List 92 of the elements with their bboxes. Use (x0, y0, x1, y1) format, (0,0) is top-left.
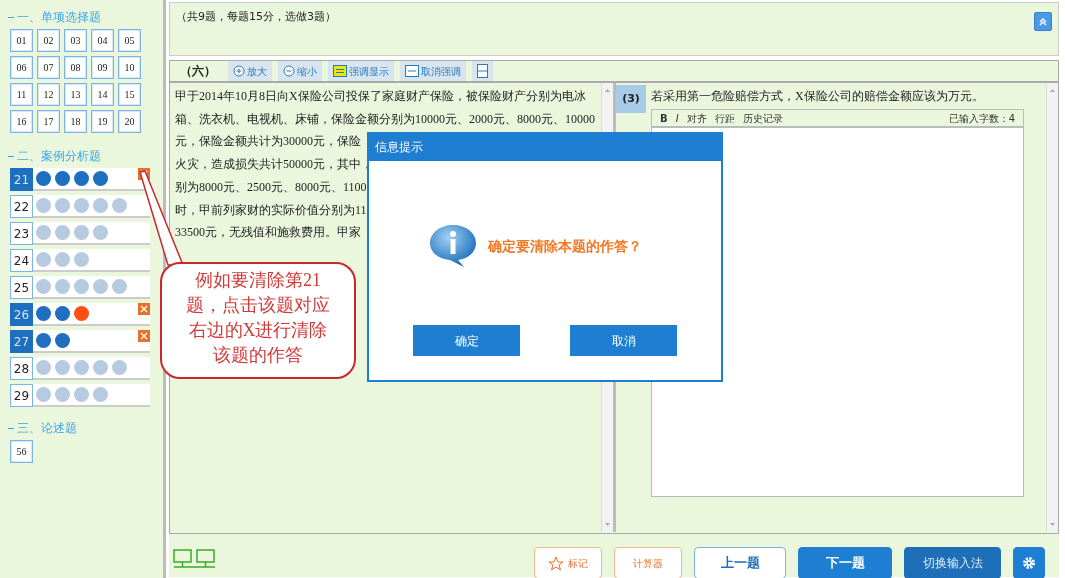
settings-button[interactable] (1013, 547, 1045, 578)
settings-icon (1021, 555, 1037, 571)
question-number[interactable]: 16 (10, 110, 33, 133)
dialog-button[interactable]: 取消 (570, 325, 677, 356)
editor-tool[interactable]: 行距 (714, 110, 735, 126)
scroll-up-icon[interactable] (604, 87, 611, 93)
star-icon (548, 555, 564, 571)
footer-button[interactable]: 下一题 (798, 547, 892, 578)
question-number[interactable]: 01 (10, 29, 33, 52)
question-number[interactable]: 05 (118, 29, 141, 52)
question-number[interactable]: 27 (10, 330, 33, 353)
scrollbar[interactable] (1046, 83, 1058, 532)
question-number[interactable]: 04 (91, 29, 114, 52)
question-label: (3) (616, 85, 646, 113)
dialog-message: 确定要清除本题的作答？ (488, 236, 642, 256)
passage-number: （六） (180, 63, 217, 80)
passage-text: 甲于2014年10月8日向X保险公司投保了家庭财产保险，被保险财产分别为电冰 (175, 88, 586, 105)
editor-tool[interactable]: B (660, 110, 668, 126)
text-box-icon (405, 65, 419, 77)
passage-text: 箱、洗衣机、电视机、床铺，保险金额分别为10000元、2000元、8000元、10000 (175, 110, 595, 128)
toolbar-button[interactable]: 取消强调 (400, 61, 466, 81)
editor-tool[interactable]: 对齐 (686, 110, 707, 126)
dialog-button[interactable]: 确定 (413, 325, 520, 356)
info-icon (428, 223, 478, 269)
character-count: 已输入字数：4 (948, 111, 1015, 126)
callout: 例如要清除第21 题，点击该题对应 右边的X进行清除 该题的作答 (160, 262, 356, 379)
question-number[interactable]: 10 (118, 56, 141, 79)
question-number[interactable]: 17 (37, 110, 60, 133)
question-row[interactable]: 21 (10, 168, 150, 191)
close-icon (140, 305, 148, 313)
question-number[interactable]: 12 (37, 83, 60, 106)
passage-text: 元，保险金额共计为30000元，保险 (175, 133, 361, 151)
question-number[interactable]: 26 (10, 303, 33, 326)
split-view-button[interactable] (472, 61, 493, 81)
question-number[interactable]: 20 (118, 110, 141, 133)
clear-button[interactable] (138, 303, 150, 315)
section-title: 三、论述题 (17, 420, 77, 437)
close-icon (140, 332, 148, 340)
scroll-up-icon[interactable] (1049, 87, 1056, 93)
editor-tool[interactable]: 历史记录 (742, 110, 783, 126)
zoom-in-icon (233, 65, 245, 77)
section-title: 二、案例分析题 (17, 148, 101, 165)
question-row[interactable]: 24 (10, 249, 150, 272)
question-number[interactable]: 21 (10, 168, 33, 191)
passage-text: 时，甲前列家财的实际价值分别为11 (175, 201, 367, 219)
question-number[interactable]: 03 (64, 29, 87, 52)
question-number[interactable]: 29 (10, 384, 33, 407)
double-chevron-up-icon (1038, 16, 1048, 27)
question-row[interactable]: 25 (10, 276, 150, 299)
scroll-down-icon[interactable] (604, 522, 611, 528)
network-icon (173, 549, 216, 569)
dialog-title: 信息提示 (369, 134, 721, 161)
clear-button[interactable] (138, 330, 150, 342)
scroll-down-icon[interactable] (1049, 522, 1056, 528)
passage-text: 33500元，无残值和施救费用。甲家 (175, 224, 361, 242)
question-row[interactable]: 22 (10, 195, 150, 218)
question-row[interactable]: 26 (10, 303, 150, 326)
question-number[interactable]: 24 (10, 249, 33, 272)
question-number[interactable]: 08 (64, 56, 87, 79)
question-number[interactable]: 19 (91, 110, 114, 133)
toolbar-button[interactable]: 放大 (228, 61, 272, 81)
question-number[interactable]: 14 (91, 83, 114, 106)
question-number[interactable]: 06 (10, 56, 33, 79)
question-number[interactable]: 23 (10, 222, 33, 245)
question-number[interactable]: 22 (10, 195, 33, 218)
question-number[interactable]: 13 (64, 83, 87, 106)
question-row[interactable]: 28 (10, 357, 150, 380)
question-number[interactable]: 18 (64, 110, 87, 133)
split-view-icon (477, 64, 488, 78)
question-row[interactable]: 29 (10, 384, 150, 407)
question-text: 若采用第一危险赔偿方式，X保险公司的赔偿金额应该为万元。 (651, 88, 984, 105)
editor-tool[interactable]: I (675, 110, 679, 126)
question-number[interactable]: 02 (37, 29, 60, 52)
section-title: 一、单项选择题 (17, 9, 101, 26)
question-number[interactable]: 28 (10, 357, 33, 380)
question-number[interactable]: 09 (91, 56, 114, 79)
footer-button[interactable]: 上一题 (694, 547, 786, 578)
score-note: （共9题，每题15分，选做3题） (176, 10, 336, 23)
question-row[interactable]: 27 (10, 330, 150, 353)
toolbar-button[interactable]: 强调显示 (328, 61, 394, 81)
passage-text: 别为8000元、2500元、8000元、1100 (175, 178, 367, 196)
question-number[interactable]: 15 (118, 83, 141, 106)
question-row[interactable]: 23 (10, 222, 150, 245)
highlight-icon (333, 65, 347, 77)
zoom-out-icon (283, 65, 295, 77)
collapse-button[interactable] (1034, 12, 1052, 31)
question-number[interactable]: 11 (10, 83, 33, 106)
footer-button[interactable]: 切换输入法 (904, 547, 1001, 578)
toolbar-button[interactable]: 缩小 (278, 61, 322, 81)
question-number[interactable]: 56 (10, 440, 33, 463)
question-number[interactable]: 07 (37, 56, 60, 79)
question-number[interactable]: 25 (10, 276, 33, 299)
